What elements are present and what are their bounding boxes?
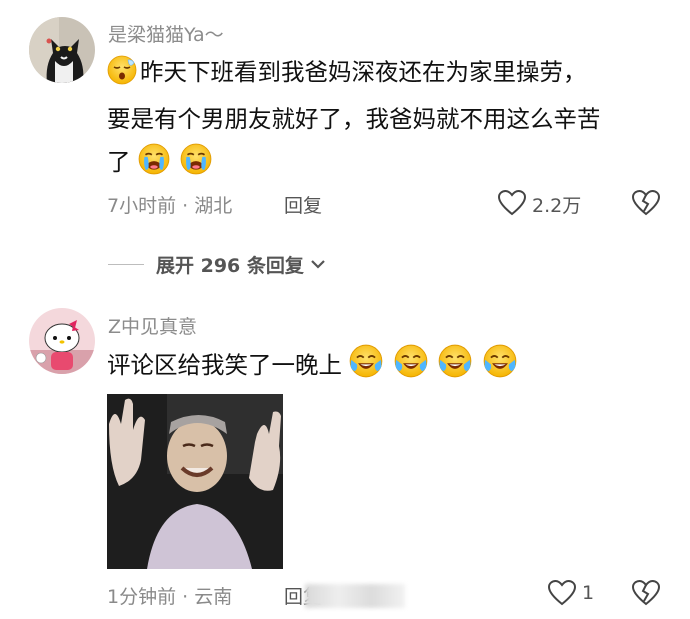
- expand-replies-button[interactable]: 展开 296 条回复: [108, 251, 327, 277]
- broken-heart-icon[interactable]: [632, 190, 660, 216]
- crying-laughing-face-icon: [394, 344, 428, 378]
- attached-image[interactable]: [107, 394, 283, 569]
- expand-replies-label: 展开 296 条回复: [156, 254, 304, 277]
- sleepy-face-icon: [107, 55, 137, 85]
- time-location: 7小时前 · 湖北: [107, 195, 233, 217]
- comment-text-line: 了: [107, 140, 215, 184]
- heart-icon[interactable]: [548, 580, 576, 606]
- blurred-overlay: [305, 584, 405, 608]
- comment-text: 昨天下班看到我爸妈深夜还在为家里操劳，: [140, 58, 587, 86]
- comment-text: 了: [107, 148, 131, 176]
- heart-icon[interactable]: [498, 190, 526, 216]
- username[interactable]: Z中见真意: [108, 312, 197, 339]
- avatar[interactable]: [29, 308, 95, 374]
- loudly-crying-face-icon: [180, 143, 213, 175]
- loudly-crying-face-icon: [138, 143, 170, 175]
- comment-text-line: 评论区给我笑了一晚上: [107, 343, 520, 387]
- crying-laughing-face-icon: [483, 344, 517, 378]
- comment-item: 是梁猫猫Ya～ 昨天下班看到我爸妈深夜还在为家里操劳， 要是有个男朋友就好了，我…: [0, 0, 690, 240]
- reply-button[interactable]: 回复: [284, 191, 322, 218]
- broken-heart-icon[interactable]: [632, 580, 660, 606]
- comment-text: 要是有个男朋友就好了，我爸妈就不用这么辛苦: [107, 105, 601, 133]
- like-count: 1: [582, 582, 595, 604]
- time-location: 1分钟前 · 云南: [107, 586, 233, 608]
- crying-laughing-face-icon: [438, 344, 473, 378]
- divider: [108, 263, 144, 265]
- comment-item: Z中见真意 评论区给我笑了一晚上: [0, 300, 690, 619]
- chevron-down-icon: [311, 260, 325, 269]
- username[interactable]: 是梁猫猫Ya～: [108, 20, 224, 47]
- avatar[interactable]: [29, 17, 95, 83]
- comment-text: 评论区给我笑了一晚上: [107, 351, 342, 379]
- comment-text-line: 昨天下班看到我爸妈深夜还在为家里操劳，: [107, 50, 587, 94]
- like-count: 2.2万: [532, 195, 582, 217]
- crying-laughing-face-icon: [349, 344, 384, 378]
- comment-text-line: 要是有个男朋友就好了，我爸妈就不用这么辛苦: [107, 97, 601, 141]
